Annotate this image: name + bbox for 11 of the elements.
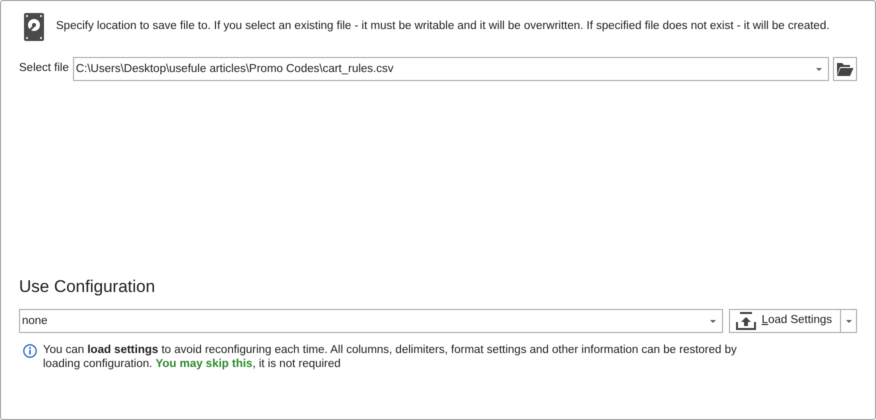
- info-text: You can load settings to avoid reconfiguring each time. All columns, delimiters, format settings and other information can be restored by loading configuration. You may skip this, it is not required: [43, 343, 738, 371]
- open-folder-button[interactable]: [833, 57, 857, 81]
- section-title: Use Configuration: [19, 276, 156, 298]
- hard-drive-icon: [24, 13, 44, 41]
- instruction-text: Specify location to save file to. If you select an existing file - it must be writable and it will be overwritten. If specified file does not exist - it will be created.: [56, 19, 830, 34]
- info-icon: [23, 344, 37, 358]
- load-settings-button[interactable]: Load Settings: [728, 309, 841, 333]
- field-label: Select file: [19, 61, 69, 76]
- configuration-field[interactable]: none: [19, 309, 723, 333]
- upload-icon: [736, 312, 756, 330]
- file-path-field[interactable]: C:\Users\Desktop\usefule articles\Promo Codes\cart_rules.csv: [72, 57, 829, 81]
